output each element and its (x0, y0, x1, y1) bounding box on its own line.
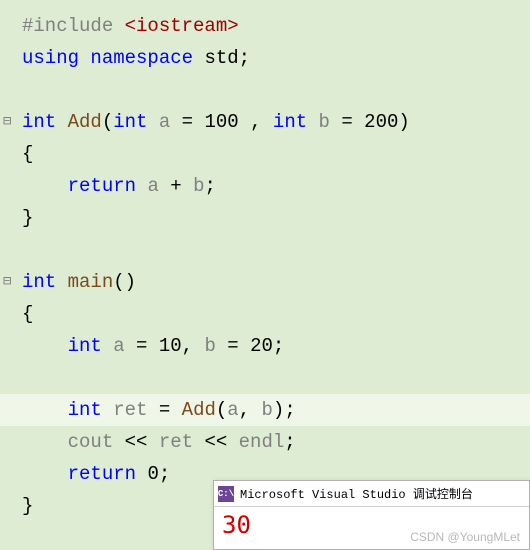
code-line-blank (22, 362, 530, 394)
console-titlebar[interactable]: C:\ Microsoft Visual Studio 调试控制台 (214, 481, 529, 507)
code-editor[interactable]: #include <iostream> using namespace std;… (0, 0, 530, 532)
code-line: return a + b; (22, 170, 530, 202)
preprocessor-directive: #include (22, 15, 113, 37)
code-line-blank (22, 234, 530, 266)
console-icon: C:\ (218, 486, 234, 502)
code-line-blank (22, 74, 530, 106)
code-line: cout << ret << endl; (22, 426, 530, 458)
code-line: { (22, 138, 530, 170)
watermark-text: CSDN @YoungMLet (410, 530, 520, 544)
code-line: ⊟int main() (22, 266, 530, 298)
code-line: using namespace std; (22, 42, 530, 74)
code-line: { (22, 298, 530, 330)
code-line: ⊟int Add(int a = 100 , int b = 200) (22, 106, 530, 138)
collapse-icon[interactable]: ⊟ (3, 266, 11, 298)
code-line: #include <iostream> (22, 10, 530, 42)
include-header: <iostream> (113, 15, 238, 37)
code-line: int a = 10, b = 20; (22, 330, 530, 362)
code-line: } (22, 202, 530, 234)
collapse-icon[interactable]: ⊟ (3, 106, 11, 138)
console-title-text: Microsoft Visual Studio 调试控制台 (240, 485, 473, 502)
code-line-highlighted: int ret = Add(a, b); (0, 394, 530, 426)
